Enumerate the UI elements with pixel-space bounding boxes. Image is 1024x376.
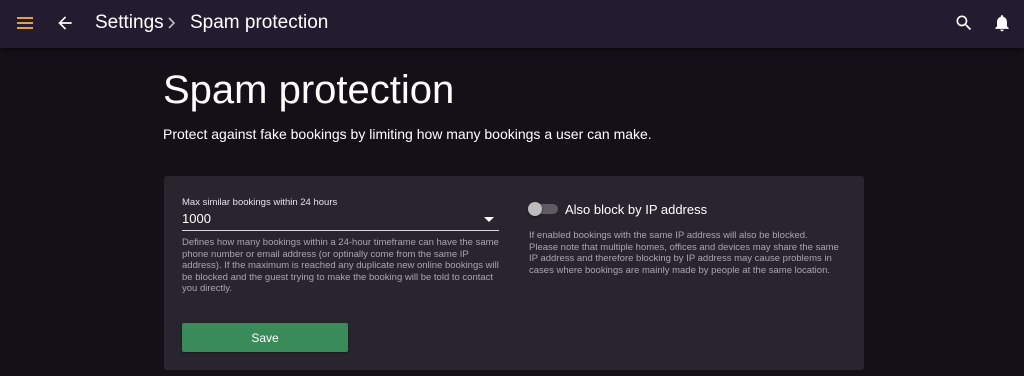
max-bookings-value: 1000	[182, 211, 211, 226]
save-button[interactable]: Save	[182, 323, 348, 352]
arrow-left-icon[interactable]	[55, 13, 75, 33]
search-icon[interactable]	[954, 13, 974, 33]
dropdown-arrow-icon	[484, 217, 494, 222]
select-underline	[182, 230, 499, 231]
chevron-right-icon	[168, 17, 176, 29]
bell-icon[interactable]	[992, 13, 1012, 33]
breadcrumb-settings[interactable]: Settings	[95, 12, 164, 34]
max-bookings-select[interactable]	[182, 196, 499, 232]
breadcrumb-current: Spam protection	[190, 12, 329, 33]
toggle-thumb	[528, 202, 542, 216]
page-description: Protect against fake bookings by limitin…	[163, 126, 652, 142]
max-bookings-helper: Defines how many bookings within a 24-ho…	[182, 237, 499, 294]
block-ip-helper: If enabled bookings with the same IP add…	[529, 230, 839, 276]
settings-card: Max similar bookings within 24 hours 100…	[164, 176, 864, 370]
hamburger-menu-icon[interactable]	[17, 17, 33, 29]
block-ip-toggle[interactable]	[528, 202, 558, 216]
top-app-bar: Settings Spam protection	[0, 0, 1024, 48]
block-ip-label[interactable]: Also block by IP address	[565, 202, 707, 217]
page-title: Spam protection	[163, 68, 455, 112]
